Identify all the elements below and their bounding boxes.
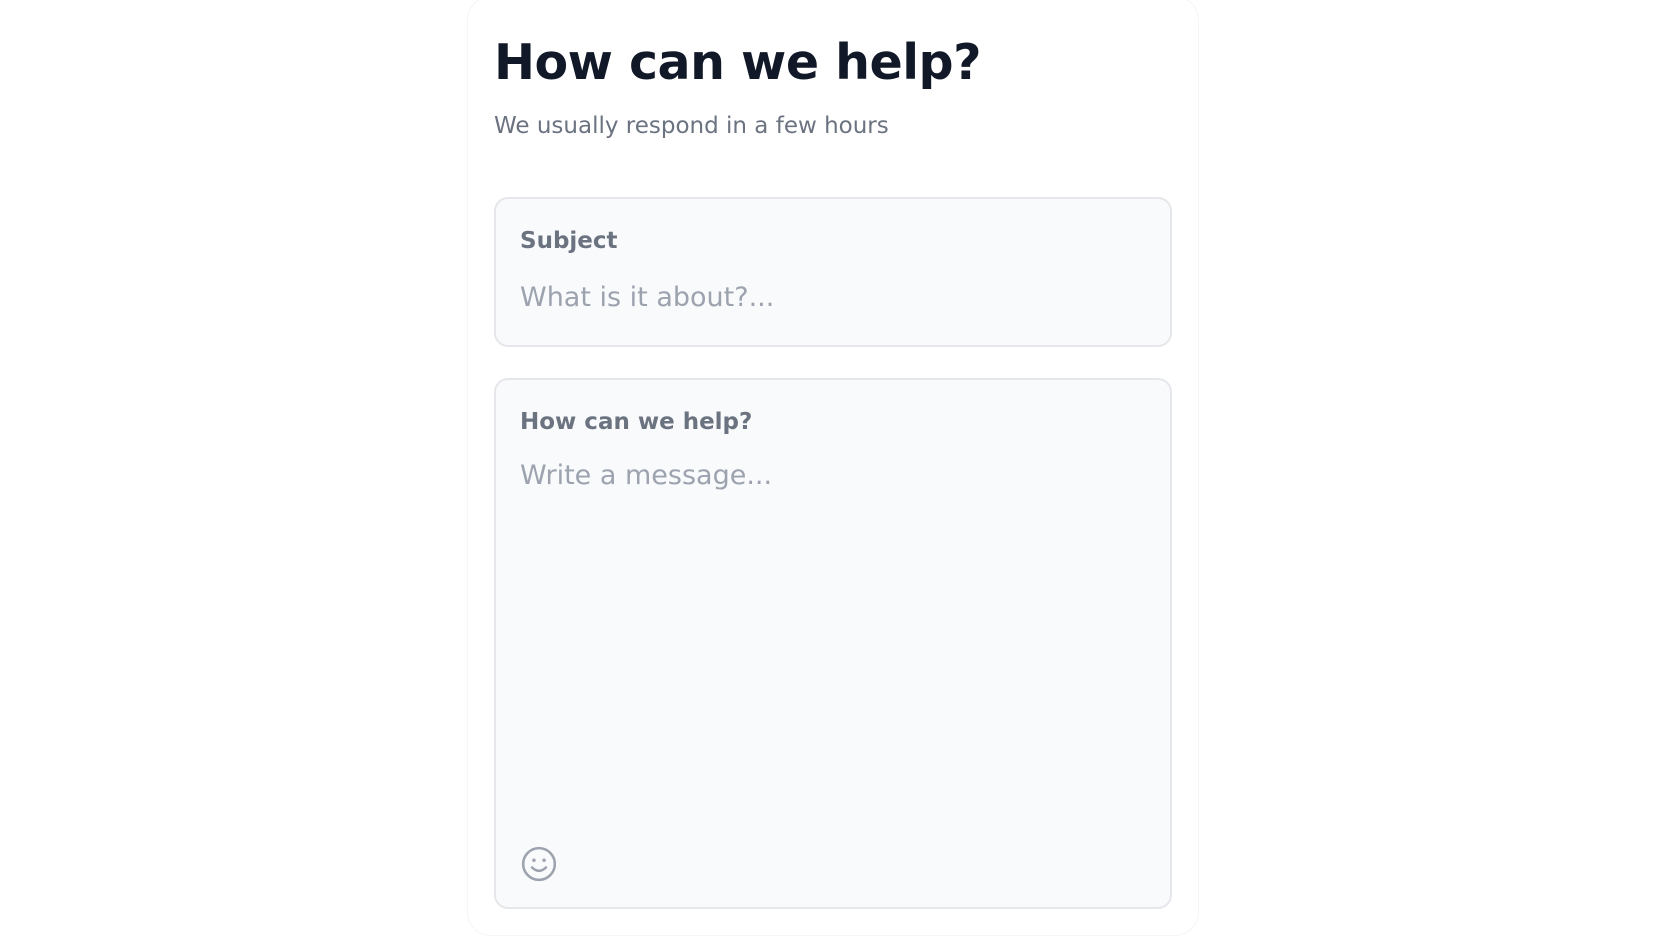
message-label: How can we help? xyxy=(520,409,753,435)
smiley-face-icon xyxy=(521,846,557,882)
page-subtitle: We usually respond in a few hours xyxy=(494,113,889,139)
subject-input[interactable] xyxy=(520,277,1140,317)
subject-label: Subject xyxy=(520,228,618,254)
message-field[interactable]: How can we help? xyxy=(494,378,1172,909)
page-title: How can we help? xyxy=(494,34,982,91)
message-textarea[interactable] xyxy=(520,458,1140,788)
emoji-button[interactable] xyxy=(520,845,558,883)
subject-field[interactable]: Subject xyxy=(494,197,1172,347)
